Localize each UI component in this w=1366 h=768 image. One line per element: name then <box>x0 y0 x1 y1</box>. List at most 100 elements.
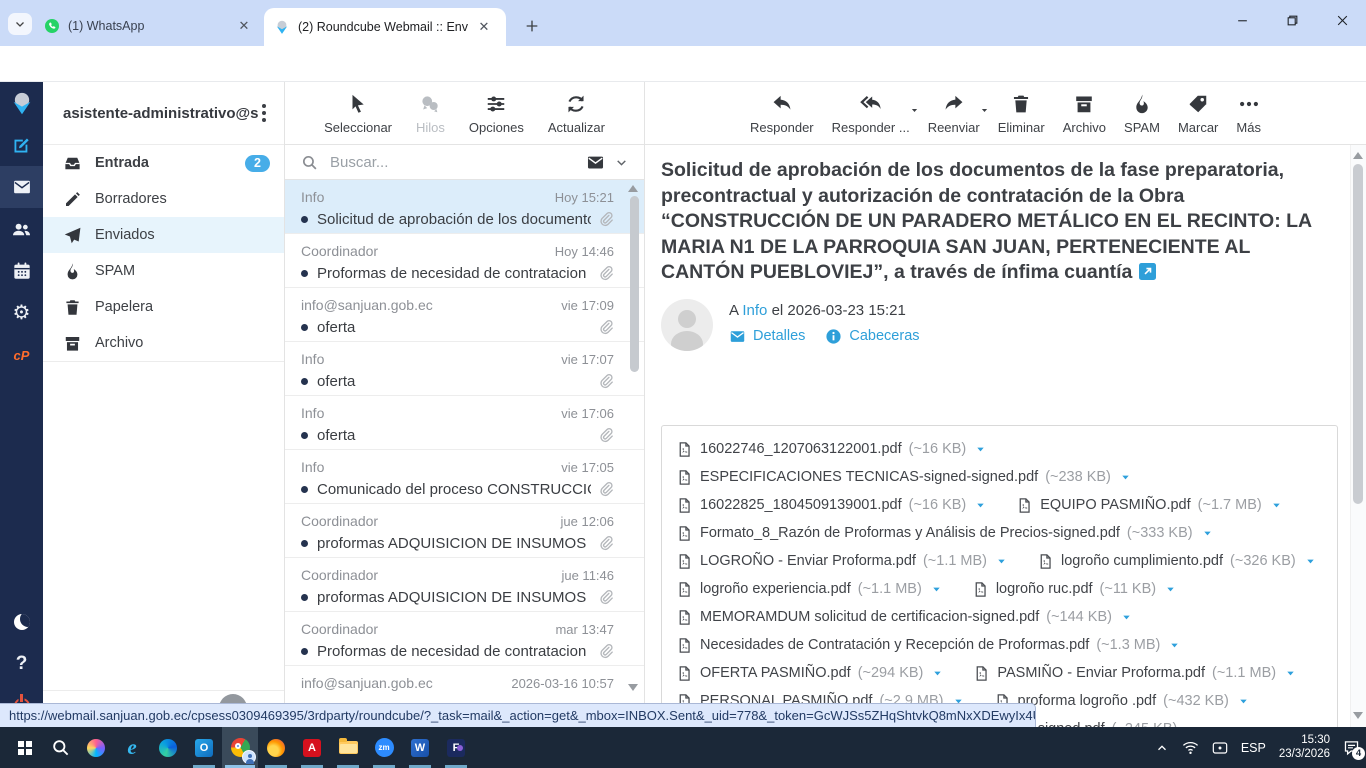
attachment-name[interactable]: Necesidades de Contratación y Recepción … <box>700 637 1089 653</box>
rail-help-icon[interactable]: ? <box>0 643 43 685</box>
tray-chevron-up-icon[interactable] <box>1155 741 1169 755</box>
rail-cpanel-icon[interactable]: cP <box>0 334 43 376</box>
taskbar-copilot-button[interactable] <box>78 727 114 768</box>
list-toolbar-actualizar[interactable]: Actualizar <box>548 93 605 135</box>
window-minimize-button[interactable] <box>1232 10 1252 30</box>
message-list-item[interactable]: InfoHoy 15:21Solicitud de aprobación de … <box>285 180 644 234</box>
tray-device-icon[interactable] <box>1212 741 1228 755</box>
rail-theme-icon[interactable] <box>0 601 43 643</box>
new-tab-button[interactable] <box>520 14 544 38</box>
attachment-item[interactable]: PASMIÑO - Enviar Proforma.pdf(~1.1 MB) <box>973 665 1296 682</box>
attachment-menu-caret-icon[interactable] <box>1238 696 1249 707</box>
attachment-menu-caret-icon[interactable] <box>1169 640 1180 651</box>
list-scrollbar-thumb[interactable] <box>630 196 639 372</box>
external-link-icon[interactable] <box>1139 263 1156 280</box>
window-maximize-button[interactable] <box>1282 10 1302 30</box>
mail-scope-icon[interactable] <box>586 153 605 172</box>
message-list-item[interactable]: CoordinadorHoy 14:46Proformas de necesid… <box>285 234 644 288</box>
attachment-menu-caret-icon[interactable] <box>1285 668 1296 679</box>
list-toolbar-opciones[interactable]: Opciones <box>469 93 524 135</box>
message-toolbar-archivo[interactable]: Archivo <box>1063 93 1106 135</box>
folder-item-entrada[interactable]: Entrada2 <box>43 145 284 181</box>
attachment-item[interactable]: logroño cumplimiento.pdf(~326 KB) <box>1037 553 1316 570</box>
tab-close-icon[interactable]: ✕ <box>236 18 252 34</box>
attachment-item[interactable]: 16022746_1207063122001.pdf(~16 KB) <box>676 441 986 458</box>
attachment-item[interactable]: LOGROÑO - Enviar Proforma.pdf(~1.1 MB) <box>676 553 1007 570</box>
attachment-menu-caret-icon[interactable] <box>1202 528 1213 539</box>
pane-scroll-down[interactable] <box>1353 712 1363 719</box>
wifi-icon[interactable] <box>1182 740 1199 755</box>
attachment-menu-caret-icon[interactable] <box>932 668 943 679</box>
attachment-item[interactable]: EQUIPO PASMIÑO.pdf(~1.7 MB) <box>1016 497 1281 514</box>
message-toolbar-reenviar[interactable]: Reenviar <box>928 93 980 135</box>
attachment-name[interactable]: OFERTA PASMIÑO.pdf <box>700 665 851 681</box>
message-toolbar-spam[interactable]: SPAM <box>1124 93 1160 135</box>
pane-scroll-up[interactable] <box>1353 152 1363 159</box>
language-indicator[interactable]: ESP <box>1241 741 1266 755</box>
browser-tab-1[interactable]: (1) WhatsApp✕ <box>34 9 262 43</box>
attachment-item[interactable]: Necesidades de Contratación y Recepción … <box>676 637 1180 654</box>
list-toolbar-seleccionar[interactable]: Seleccionar <box>324 93 392 135</box>
message-list-item[interactable]: info@sanjuan.gob.ecvie 17:09oferta <box>285 288 644 342</box>
attachment-item[interactable]: 16022825_1804509139001.pdf(~16 KB) <box>676 497 986 514</box>
attachment-name[interactable]: 16022746_1207063122001.pdf <box>700 441 902 457</box>
attachment-menu-caret-icon[interactable] <box>975 500 986 511</box>
attachment-item[interactable]: MEMORAMDUM solicitud de certificacion-si… <box>676 609 1132 626</box>
attachment-name[interactable]: 16022825_1804509139001.pdf <box>700 497 902 513</box>
attachment-item[interactable]: logroño ruc.pdf(~11 KB) <box>972 581 1176 598</box>
rail-compose-icon[interactable] <box>0 124 43 166</box>
taskbar-firefox-button[interactable] <box>258 727 294 768</box>
attachment-item[interactable]: ESPECIFICACIONES TECNICAS-signed-signed.… <box>676 469 1131 486</box>
taskbar-acrobat-button[interactable]: A <box>294 727 330 768</box>
tab-close-icon[interactable]: ✕ <box>476 19 492 35</box>
attachment-menu-caret-icon[interactable] <box>1121 612 1132 623</box>
folder-item-borradores[interactable]: Borradores <box>43 181 284 217</box>
attachment-name[interactable]: logroño cumplimiento.pdf <box>1061 553 1223 569</box>
attachment-menu-caret-icon[interactable] <box>1305 556 1316 567</box>
search-input[interactable] <box>328 153 576 172</box>
message-toolbar-eliminar[interactable]: Eliminar <box>998 93 1045 135</box>
tab-search-button[interactable] <box>8 13 32 35</box>
taskbar-word-button[interactable]: W <box>402 727 438 768</box>
taskbar-fes-button[interactable]: F <box>438 727 474 768</box>
message-toolbar-marcar[interactable]: Marcar <box>1178 93 1218 135</box>
account-menu-icon[interactable] <box>258 100 270 126</box>
attachment-name[interactable]: MEMORAMDUM solicitud de certificacion-si… <box>700 609 1039 625</box>
search-options-chevron-icon[interactable] <box>615 156 628 169</box>
attachment-menu-caret-icon[interactable] <box>931 584 942 595</box>
attachment-menu-caret-icon[interactable] <box>996 556 1007 567</box>
attachment-name[interactable]: ESPECIFICACIONES TECNICAS-signed-signed.… <box>700 469 1038 485</box>
taskbar-explorer-button[interactable] <box>330 727 366 768</box>
taskbar-zoom-button[interactable]: zm <box>366 727 402 768</box>
message-toolbar-responder[interactable]: Responder <box>750 93 814 135</box>
attachment-name[interactable]: PASMIÑO - Enviar Proforma.pdf <box>997 665 1205 681</box>
notification-center-button[interactable]: 4 <box>1343 739 1360 756</box>
message-list-item[interactable]: Infovie 17:06oferta <box>285 396 644 450</box>
rail-settings-icon[interactable]: ⚙ <box>0 292 43 334</box>
rail-calendar-icon[interactable] <box>0 250 43 292</box>
list-scroll-up[interactable] <box>628 185 638 192</box>
message-list-item[interactable]: Infovie 17:05Comunicado del proceso CONS… <box>285 450 644 504</box>
message-list-item[interactable]: Infovie 17:07oferta <box>285 342 644 396</box>
message-list-item[interactable]: Coordinadormar 13:47Proformas de necesid… <box>285 612 644 666</box>
dropdown-caret-icon[interactable] <box>980 106 989 115</box>
attachment-item[interactable]: Formato_8_Razón de Proformas y Análisis … <box>676 525 1213 542</box>
attachment-name[interactable]: Formato_8_Razón de Proformas y Análisis … <box>700 525 1120 541</box>
attachment-name[interactable]: EQUIPO PASMIÑO.pdf <box>1040 497 1190 513</box>
message-list-item[interactable]: Coordinadorjue 12:06proformas ADQUISICIO… <box>285 504 644 558</box>
attachment-menu-caret-icon[interactable] <box>1271 500 1282 511</box>
folder-item-archivo[interactable]: Archivo <box>43 325 284 361</box>
list-toolbar-hilos[interactable]: Hilos <box>416 93 445 135</box>
attachment-menu-caret-icon[interactable] <box>1120 472 1131 483</box>
browser-tab-2[interactable]: (2) Roundcube Webmail :: Envia✕ <box>264 8 506 46</box>
taskbar-chrome-button[interactable] <box>222 727 258 768</box>
folder-item-papelera[interactable]: Papelera <box>43 289 284 325</box>
attachment-name[interactable]: logroño ruc.pdf <box>996 581 1093 597</box>
message-list-item[interactable]: Coordinadorjue 11:46proformas ADQUISICIO… <box>285 558 644 612</box>
message-toolbar-responder[interactable]: Responder ... <box>832 93 910 135</box>
taskbar-ie-button[interactable]: e <box>114 727 150 768</box>
rail-mail-icon[interactable] <box>0 166 43 208</box>
attachment-name[interactable]: logroño experiencia.pdf <box>700 581 851 597</box>
taskbar-outlook-button[interactable]: O <box>186 727 222 768</box>
message-toolbar-más[interactable]: Más <box>1236 93 1261 135</box>
